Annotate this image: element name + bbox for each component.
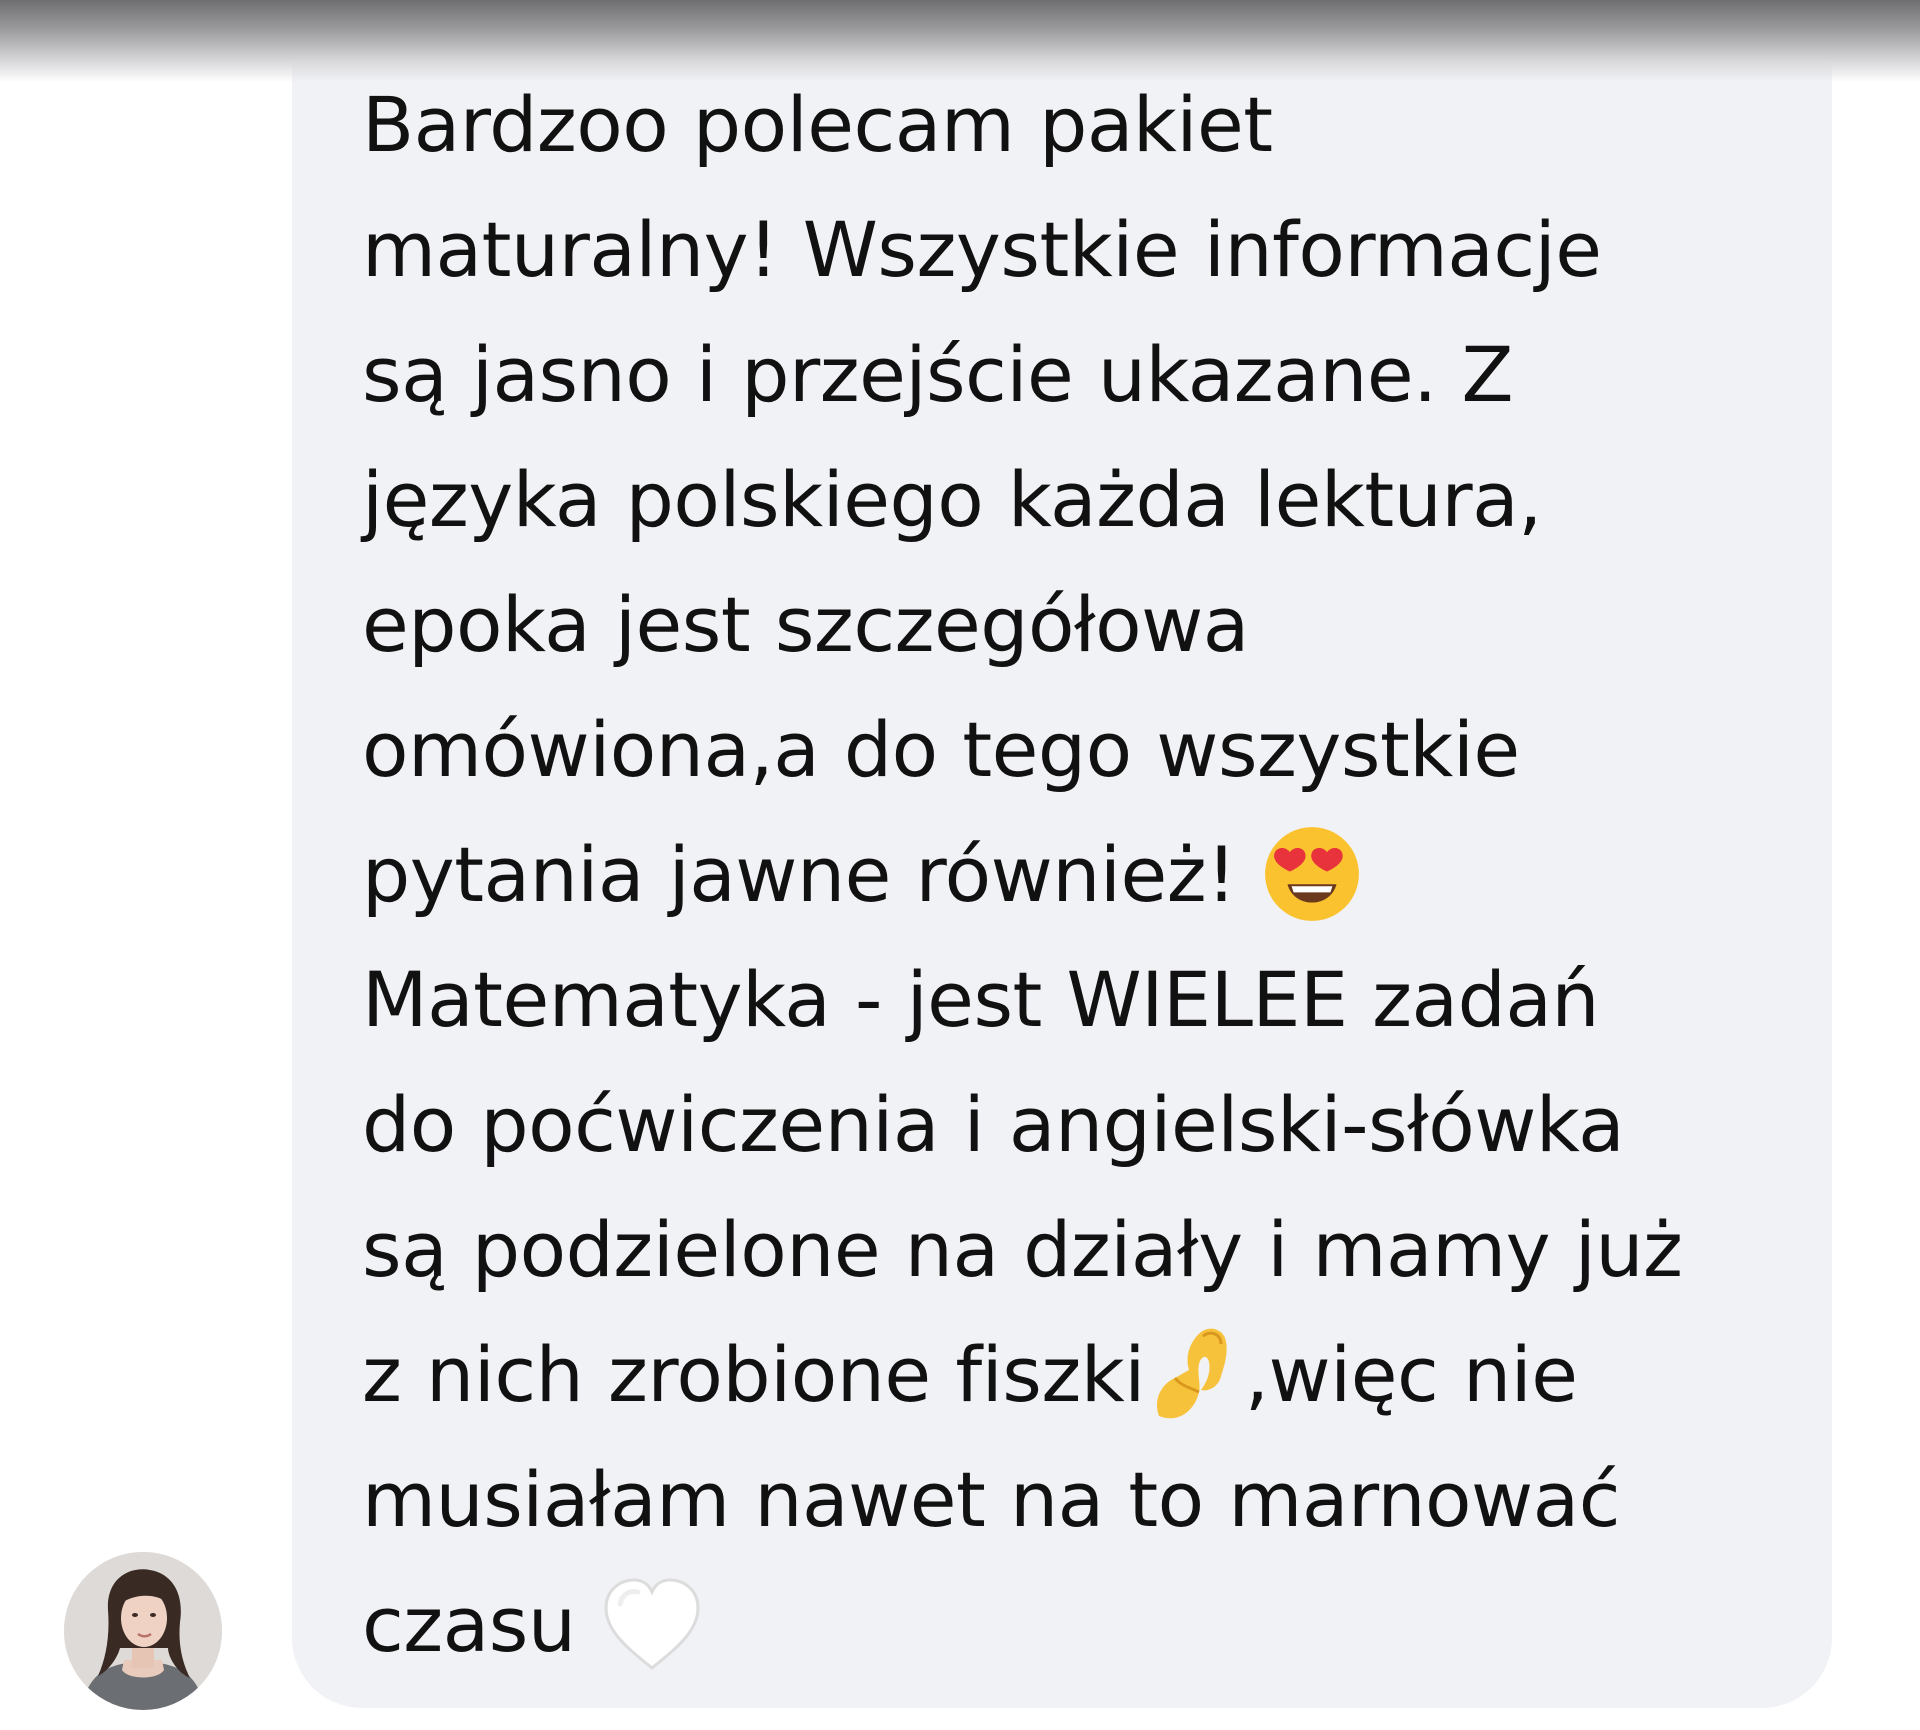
message-line: musiałam nawet na to marnować [362,1455,1621,1544]
message-line-with-emoji: czasu [362,1562,1762,1687]
message-bubble[interactable]: Bardzoo polecam pakiet maturalny! Wszyst… [292,0,1832,1708]
chat-screen: Bardzoo polecam pakiet maturalny! Wszyst… [0,0,1920,1730]
white-heart-emoji-icon [600,1574,704,1674]
message-line: omówiona,a do tego wszystkie [362,705,1520,794]
sender-avatar[interactable] [64,1552,222,1710]
message-line: są podzielone na działy i mamy już [362,1205,1683,1294]
pinching-hand-emoji-icon [1145,1320,1245,1428]
message-line: do poćwiczenia i angielski-słówka [362,1080,1625,1169]
message-line-text: pytania jawne również! [362,830,1261,919]
message-line: są jasno i przejście ukazane. Z [362,330,1514,419]
message-text: Bardzoo polecam pakiet maturalny! Wszyst… [362,62,1762,1687]
message-line: epoka jest szczegółowa [362,580,1249,669]
message-line: Matematyka - jest WIELEE zadań [362,955,1600,1044]
message-line: maturalny! Wszystkie informacje [362,205,1602,294]
message-line-text: ,więc nie [1244,1330,1578,1419]
message-line-text: z nich zrobione fiszki [362,1330,1145,1419]
message-line-with-emoji: z nich zrobione fiszki ,więc nie [362,1312,1762,1437]
message-line-with-emoji: pytania jawne również! [362,812,1762,937]
top-shadow-overlay [0,0,1920,82]
message-line-text: czasu [362,1580,601,1669]
message-line: języka polskiego każda lektura, [362,455,1542,544]
heart-eyes-emoji-icon [1261,823,1363,925]
